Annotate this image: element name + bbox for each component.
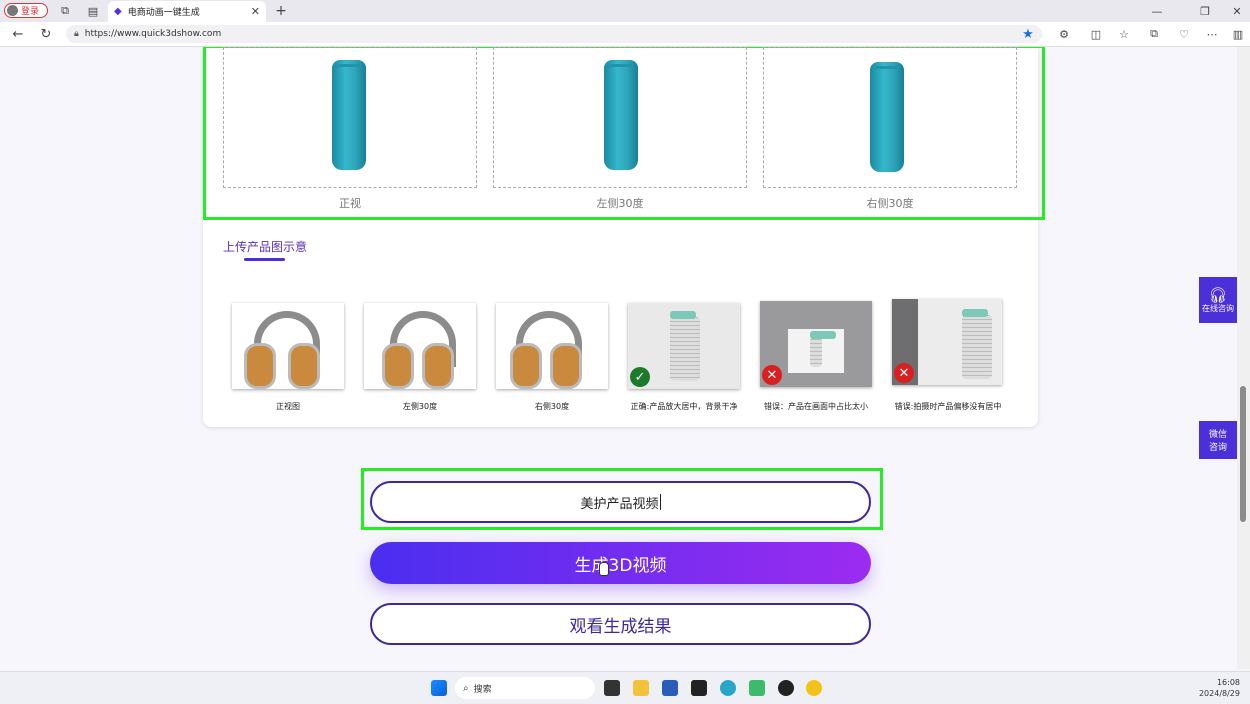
extensions-icon[interactable]: ⚙ <box>1056 26 1072 42</box>
view-label: 左侧30度 <box>596 197 644 210</box>
url-field[interactable]: 🔒︎ https://www.quick3dshow.com <box>66 25 1042 43</box>
login-label: 登录 <box>21 7 40 17</box>
system-clock[interactable]: 16:08 2024/8/29 <box>1190 677 1240 699</box>
browser-essentials-icon[interactable]: ♡ <box>1176 26 1192 42</box>
tab-title: 电商动画一键生成 <box>127 8 200 18</box>
more-menu-icon[interactable]: ⋯ <box>1204 26 1220 42</box>
start-icon[interactable] <box>431 680 447 696</box>
text-cursor <box>659 494 661 510</box>
workspaces-icon[interactable]: ⧉ <box>58 4 72 18</box>
product-image <box>604 60 638 170</box>
close-window-icon[interactable]: ✕ <box>1230 4 1244 18</box>
cross-icon: ✕ <box>762 365 782 385</box>
sample-label: 正视图 <box>276 402 300 411</box>
sample-image-correct: ✓ <box>628 303 740 389</box>
login-button[interactable]: 登录 <box>4 3 48 18</box>
restore-icon[interactable]: ❐ <box>1198 4 1212 18</box>
view-slot-right[interactable] <box>763 47 1017 188</box>
favorites-icon[interactable]: ☆ <box>1116 26 1132 42</box>
task-view-icon[interactable] <box>604 680 620 696</box>
video-name-input[interactable]: 美护产品视频 <box>370 481 871 523</box>
minimize-icon[interactable]: — <box>1150 4 1164 18</box>
view-label: 正视 <box>339 197 361 210</box>
browser-address-bar: ← ↻ 🔒︎ https://www.quick3dshow.com ★ ⚙ ◫… <box>0 22 1250 47</box>
sample-image-left <box>364 303 476 389</box>
section-title-underline <box>244 258 285 261</box>
tab-actions-icon[interactable]: ▤ <box>86 4 100 18</box>
favorite-star-icon[interactable]: ★ <box>1020 26 1036 42</box>
sample-image-too-small: ✕ <box>760 301 872 387</box>
site-favicon-icon: ◆ <box>114 6 122 17</box>
cross-icon: ✕ <box>894 363 914 383</box>
avatar-icon <box>7 5 18 16</box>
wechat-label-line2: 咨询 <box>1208 443 1227 453</box>
check-icon: ✓ <box>630 367 650 387</box>
mouse-pointer-icon <box>599 562 609 576</box>
wechat-icon[interactable] <box>749 680 765 696</box>
sample-image-front <box>232 303 344 389</box>
sample-label: 左侧30度 <box>402 402 438 411</box>
product-image <box>870 62 904 172</box>
collections-icon[interactable]: ⧉ <box>1146 26 1162 42</box>
terminal-icon[interactable] <box>691 680 707 696</box>
view-result-label: 观看生成结果 <box>569 616 672 637</box>
close-tab-icon[interactable]: ✕ <box>251 5 260 18</box>
section-title: 上传产品图示意 <box>223 240 308 254</box>
browser-tab[interactable]: ◆ 电商动画一键生成 ✕ <box>108 1 266 22</box>
headset-icon: 🎧︎ <box>1208 285 1228 304</box>
split-screen-icon[interactable]: ◫ <box>1088 26 1104 42</box>
file-explorer-icon[interactable] <box>633 680 649 696</box>
word-icon[interactable] <box>662 680 678 696</box>
product-image <box>332 60 366 170</box>
page-scrollbar[interactable] <box>1237 47 1250 669</box>
sidebar-toggle-icon[interactable]: ▥ <box>1230 26 1246 42</box>
online-consult-button[interactable]: 🎧︎ 在线咨询 <box>1199 277 1237 323</box>
generate-3d-video-button[interactable]: 生成3D视频 <box>370 542 871 584</box>
taskbar-search[interactable]: ⌕ 搜索 <box>455 677 595 699</box>
sample-label: 错误:拍摄时产品偏移没有居中 <box>894 402 1002 411</box>
online-consult-label: 在线咨询 <box>1202 303 1234 313</box>
wechat-label-line1: 微信 <box>1208 430 1227 440</box>
wechat-consult-button[interactable]: 微信 咨询 <box>1199 421 1237 459</box>
view-label: 右侧30度 <box>866 197 914 210</box>
clock-time: 16:08 <box>1216 678 1240 687</box>
lock-icon: 🔒︎ <box>74 29 79 39</box>
video-name-value: 美护产品视频 <box>580 496 659 512</box>
search-icon: ⌕ <box>463 682 469 694</box>
windows-taskbar: ⌕ 搜索 16:08 2024/8/29 <box>0 671 1250 704</box>
app-icon[interactable] <box>778 680 794 696</box>
back-icon[interactable]: ← <box>10 26 26 42</box>
page-content: 正视 左侧30度 右侧30度 上传产品图示意 正视图 左侧30度 右侧30度 ✓… <box>0 47 1237 669</box>
view-result-button[interactable]: 观看生成结果 <box>370 603 871 645</box>
search-label: 搜索 <box>473 684 492 695</box>
generate-button-label: 生成3D视频 <box>574 555 667 576</box>
clock-date: 2024/8/29 <box>1198 689 1240 698</box>
view-slot-front[interactable] <box>223 47 477 188</box>
url-text: https://www.quick3dshow.com <box>84 29 222 39</box>
view-slot-left[interactable] <box>493 47 747 188</box>
sample-image-off-center: ✕ <box>892 299 1002 385</box>
scrollbar-thumb[interactable] <box>1240 386 1246 522</box>
new-tab-icon[interactable]: + <box>274 3 288 19</box>
qq-icon[interactable] <box>806 680 822 696</box>
edge-icon[interactable] <box>720 680 736 696</box>
refresh-icon[interactable]: ↻ <box>38 26 54 42</box>
browser-tab-bar: 登录 ⧉ ▤ ◆ 电商动画一键生成 ✕ + — ❐ ✕ <box>0 0 1250 22</box>
sample-image-right <box>496 303 608 389</box>
